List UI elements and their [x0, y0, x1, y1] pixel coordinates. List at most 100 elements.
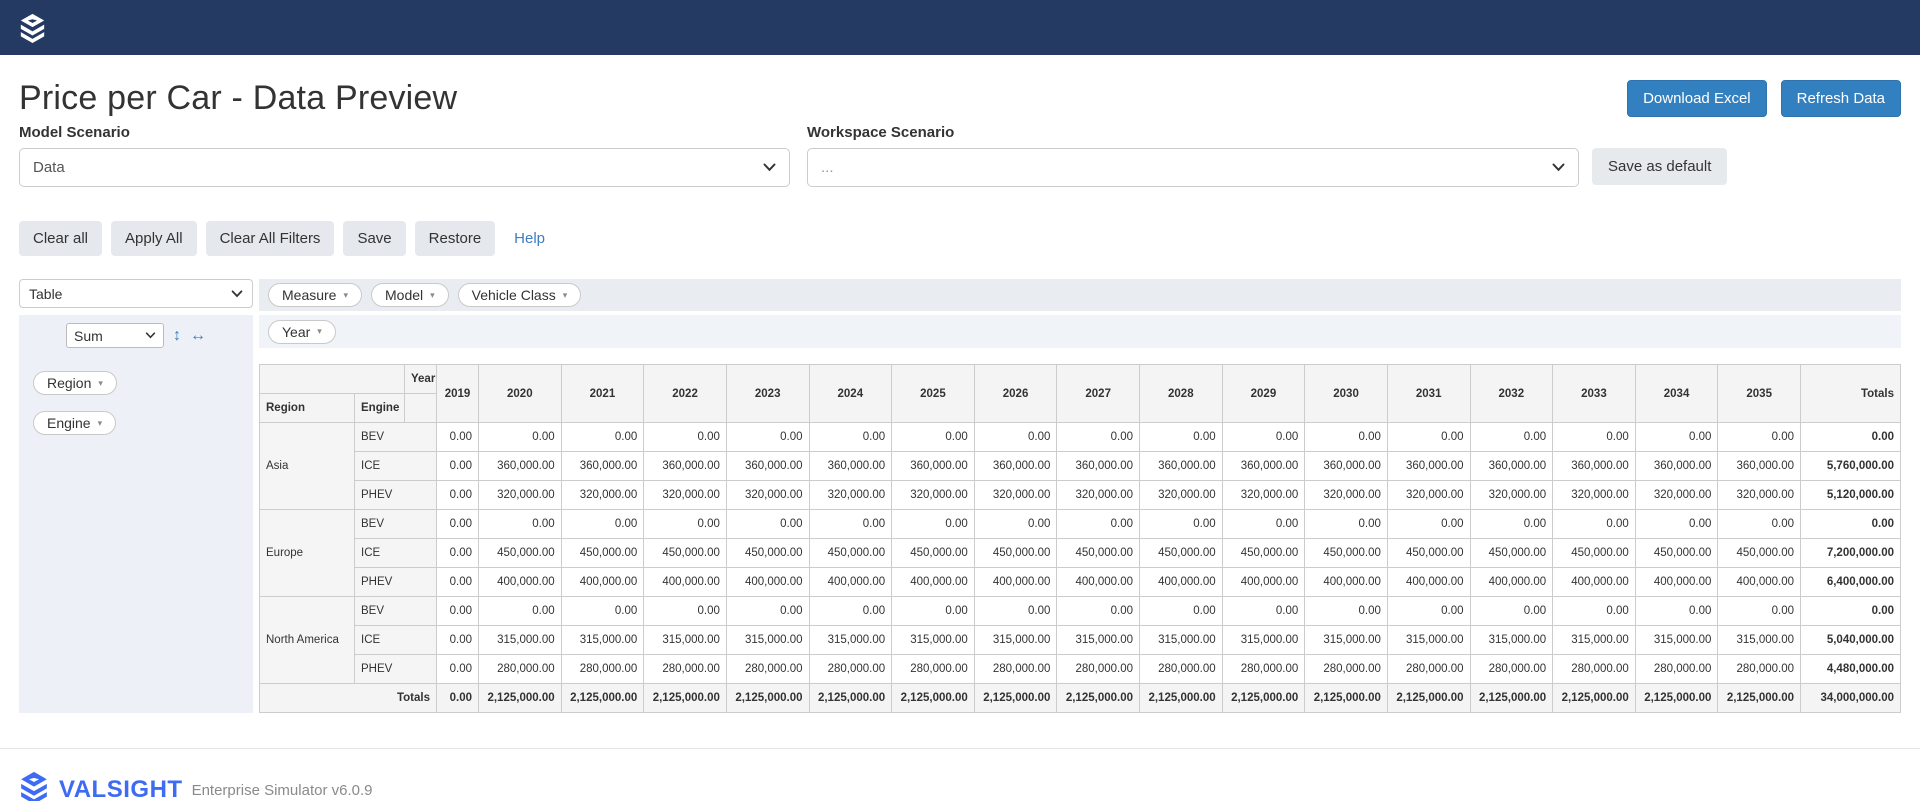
pivot-value-cell: 280,000.00 — [809, 655, 892, 684]
horizontal-resize-icon[interactable]: ↔ — [190, 327, 206, 345]
row-dimension-pill-region[interactable]: Region▾ — [33, 371, 117, 395]
pivot-value-cell: 0.00 — [437, 481, 479, 510]
pivot-value-cell: 0.00 — [726, 510, 809, 539]
pivot-value-cell: 320,000.00 — [644, 481, 727, 510]
pivot-year-header: 2034 — [1635, 365, 1718, 423]
pivot-value-cell: 280,000.00 — [1553, 655, 1636, 684]
view-type-select[interactable]: Table — [19, 279, 253, 308]
pivot-year-header: 2032 — [1470, 365, 1553, 423]
pivot-value-cell: 315,000.00 — [726, 626, 809, 655]
vertical-resize-icon[interactable]: ↕ — [173, 327, 181, 345]
pivot-value-cell: 280,000.00 — [644, 655, 727, 684]
pivot-value-cell: 280,000.00 — [1470, 655, 1553, 684]
save-as-default-button[interactable]: Save as default — [1592, 148, 1727, 185]
pivot-table: Year201920202021202220232024202520262027… — [259, 364, 1901, 713]
pivot-value-cell: 280,000.00 — [479, 655, 562, 684]
table-row: North AmericaBEV0.000.000.000.000.000.00… — [260, 597, 1901, 626]
model-scenario-select[interactable]: Data — [19, 148, 790, 187]
pivot-row-total-cell: 5,120,000.00 — [1801, 481, 1901, 510]
pivot-value-cell: 0.00 — [1718, 510, 1801, 539]
pivot-column-total-cell: 2,125,000.00 — [479, 684, 562, 713]
pivot-value-cell: 280,000.00 — [561, 655, 644, 684]
chevron-down-icon — [1552, 163, 1565, 172]
pivot-value-cell: 315,000.00 — [892, 626, 975, 655]
pivot-year-header: 2026 — [974, 365, 1057, 423]
pivot-value-cell: 315,000.00 — [974, 626, 1057, 655]
help-link[interactable]: Help — [514, 230, 545, 247]
pivot-value-cell: 280,000.00 — [892, 655, 975, 684]
pivot-row-total-cell: 4,480,000.00 — [1801, 655, 1901, 684]
caret-down-icon: ▾ — [98, 419, 103, 428]
top-navbar — [0, 0, 1920, 55]
pivot-value-cell: 280,000.00 — [1057, 655, 1140, 684]
pivot-engine-cell: ICE — [355, 626, 437, 655]
pivot-value-cell: 0.00 — [1057, 423, 1140, 452]
pivot-value-cell: 0.00 — [974, 423, 1057, 452]
pivot-value-cell: 450,000.00 — [1635, 539, 1718, 568]
pivot-engine-cell: ICE — [355, 539, 437, 568]
pivot-column-total-cell: 2,125,000.00 — [1635, 684, 1718, 713]
pivot-value-cell: 0.00 — [1635, 597, 1718, 626]
pivot-region-cell: North America — [260, 597, 355, 684]
pivot-value-cell: 315,000.00 — [1553, 626, 1636, 655]
pivot-column-dimension-label: Year — [405, 365, 437, 394]
caret-down-icon: ▾ — [343, 291, 348, 300]
pivot-value-cell: 450,000.00 — [1057, 539, 1140, 568]
valsight-logo-icon[interactable] — [19, 13, 46, 43]
pivot-totals-row: Totals0.002,125,000.002,125,000.002,125,… — [260, 684, 1901, 713]
pivot-value-cell: 320,000.00 — [726, 481, 809, 510]
pivot-value-cell: 450,000.00 — [892, 539, 975, 568]
pivot-value-cell: 0.00 — [1305, 510, 1388, 539]
pivot-column-total-cell: 2,125,000.00 — [1222, 684, 1305, 713]
pivot-value-cell: 0.00 — [1553, 510, 1636, 539]
pivot-value-cell: 0.00 — [809, 597, 892, 626]
column-dimension-pill-year[interactable]: Year▾ — [268, 320, 336, 344]
pivot-year-header: 2027 — [1057, 365, 1140, 423]
chevron-down-icon — [763, 163, 776, 172]
pivot-value-cell: 280,000.00 — [1387, 655, 1470, 684]
model-scenario-value: Data — [33, 159, 65, 176]
pivot-column-total-cell: 2,125,000.00 — [892, 684, 975, 713]
pivot-totals-column-header: Totals — [1801, 365, 1901, 423]
pivot-year-header: 2031 — [1387, 365, 1470, 423]
version-text: Enterprise Simulator v6.0.9 — [192, 782, 373, 799]
row-dimensions-panel: Sum ↕ ↔ Region▾ Engine▾ — [19, 315, 253, 713]
pivot-value-cell: 280,000.00 — [1718, 655, 1801, 684]
clear-all-button[interactable]: Clear all — [19, 221, 102, 256]
pivot-column-total-cell: 2,125,000.00 — [644, 684, 727, 713]
refresh-data-button[interactable]: Refresh Data — [1781, 80, 1901, 117]
table-row: ICE0.00360,000.00360,000.00360,000.00360… — [260, 452, 1901, 481]
pivot-region-cell: Asia — [260, 423, 355, 510]
download-excel-button[interactable]: Download Excel — [1627, 80, 1767, 117]
row-dimension-pill-engine[interactable]: Engine▾ — [33, 411, 116, 435]
dimension-pill-vehicle-class[interactable]: Vehicle Class▾ — [458, 283, 582, 307]
pivot-value-cell: 320,000.00 — [1470, 481, 1553, 510]
pivot-value-cell: 0.00 — [1222, 597, 1305, 626]
chevron-down-icon — [231, 290, 243, 298]
pivot-value-cell: 315,000.00 — [1387, 626, 1470, 655]
pivot-year-header: 2020 — [479, 365, 562, 423]
aggregation-select[interactable]: Sum — [66, 323, 164, 348]
pivot-value-cell: 450,000.00 — [1305, 539, 1388, 568]
caret-down-icon: ▾ — [563, 291, 568, 300]
save-button[interactable]: Save — [343, 221, 405, 256]
pivot-value-cell: 0.00 — [1222, 510, 1305, 539]
pivot-value-cell: 360,000.00 — [1305, 452, 1388, 481]
dimension-pill-model[interactable]: Model▾ — [371, 283, 449, 307]
pivot-value-cell: 0.00 — [437, 626, 479, 655]
pivot-value-cell: 0.00 — [644, 423, 727, 452]
apply-all-button[interactable]: Apply All — [111, 221, 197, 256]
restore-button[interactable]: Restore — [415, 221, 496, 256]
pivot-value-cell: 360,000.00 — [1470, 452, 1553, 481]
clear-all-filters-button[interactable]: Clear All Filters — [206, 221, 335, 256]
pivot-value-cell: 0.00 — [1470, 510, 1553, 539]
pivot-value-cell: 320,000.00 — [479, 481, 562, 510]
dimension-pill-measure[interactable]: Measure▾ — [268, 283, 362, 307]
workspace-scenario-label: Workspace Scenario — [807, 124, 1901, 141]
pivot-column-total-cell: 2,125,000.00 — [1140, 684, 1223, 713]
pivot-value-cell: 360,000.00 — [726, 452, 809, 481]
pivot-value-cell: 400,000.00 — [1635, 568, 1718, 597]
pivot-year-header: 2029 — [1222, 365, 1305, 423]
pivot-value-cell: 400,000.00 — [561, 568, 644, 597]
workspace-scenario-select[interactable]: ... — [807, 148, 1579, 187]
